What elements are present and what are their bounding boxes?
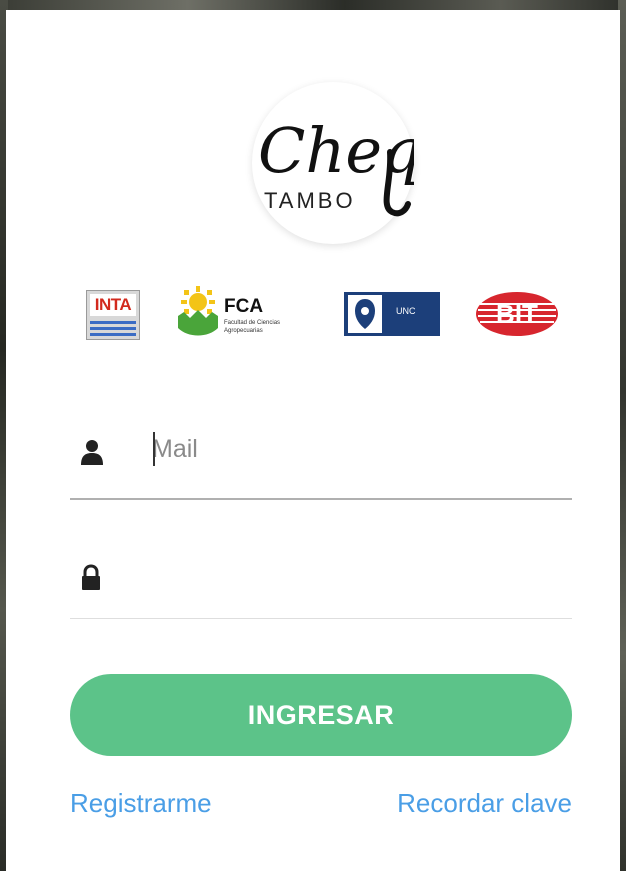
bit-logo-text: BIT	[496, 299, 538, 329]
lock-icon	[80, 564, 102, 597]
user-icon	[80, 438, 104, 471]
register-link[interactable]: Registrarme	[70, 788, 212, 819]
partner-logos: INTA FCA Facultad de Ciencias Agropecuar…	[6, 286, 620, 346]
mail-field	[70, 414, 572, 500]
recover-password-link[interactable]: Recordar clave	[397, 788, 572, 819]
unc-logo-text: UNC	[396, 306, 416, 316]
bit-logo: BIT	[474, 290, 560, 338]
inta-logo-text: INTA	[90, 294, 136, 316]
unc-shield-icon	[348, 295, 382, 333]
inta-logo: INTA	[86, 290, 140, 340]
fca-emblem-icon	[178, 286, 218, 336]
fca-logo-subtitle-2: Agropecuarias	[224, 328, 263, 334]
fca-logo-subtitle: Facultad de Ciencias	[224, 320, 281, 326]
inta-stripe	[90, 321, 136, 324]
inta-stripe	[90, 327, 136, 330]
brand-sub-text: TAMBO	[264, 188, 356, 213]
fca-logo-title: FCA	[224, 296, 264, 317]
ingresar-button[interactable]: INGRESAR	[70, 674, 572, 756]
login-card: Cheq TAMBO INTA FCA Facultad de Ciencias…	[6, 10, 620, 871]
password-field	[70, 540, 572, 619]
text-caret	[153, 432, 155, 466]
mail-input[interactable]	[152, 428, 562, 470]
unc-logo: UNC	[344, 292, 440, 336]
cheq-tambo-logo: Cheq TAMBO	[252, 82, 414, 244]
password-input[interactable]	[152, 554, 562, 596]
fca-logo: FCA Facultad de Ciencias Agropecuarias	[174, 286, 314, 344]
inta-stripe	[90, 333, 136, 336]
cheq-tambo-logo-mark: Cheq TAMBO	[258, 114, 414, 217]
